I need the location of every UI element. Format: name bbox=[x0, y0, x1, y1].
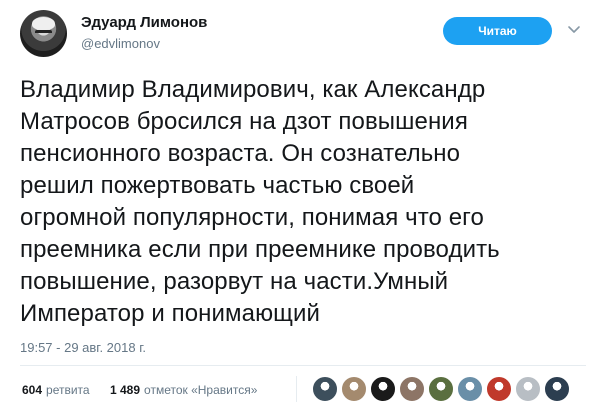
tweet-text-line: Император и понимающий bbox=[20, 300, 321, 327]
tweet-timestamp[interactable]: 19:57 - 29 авг. 2018 г. bbox=[20, 340, 146, 355]
avatar-icon[interactable] bbox=[370, 376, 396, 402]
avatar-icon[interactable] bbox=[341, 376, 367, 402]
author-avatar[interactable] bbox=[20, 10, 67, 57]
avatar-icon[interactable] bbox=[457, 376, 483, 402]
avatar-icon[interactable] bbox=[428, 376, 454, 402]
tweet-text-line: огромной популярности, понимая что его bbox=[20, 204, 484, 231]
tweet-text-line: повышение, разорвут на части.Умный bbox=[20, 268, 449, 295]
divider bbox=[296, 376, 297, 402]
chevron-down-icon[interactable] bbox=[566, 21, 582, 37]
retweets-count: 604 bbox=[22, 383, 43, 397]
author-handle[interactable]: @edvlimonov bbox=[81, 36, 160, 51]
tweet-text-line: преемника если при преемнике проводить bbox=[20, 236, 500, 263]
avatar-icon[interactable] bbox=[515, 376, 541, 402]
tweet-stats: 604 ретвита 1 489 отметок «Нравится» bbox=[20, 366, 586, 412]
avatar-icon[interactable] bbox=[544, 376, 570, 402]
author-name[interactable]: Эдуард Лимонов bbox=[81, 14, 207, 31]
tweet-text-line: пенсионного возраста. Он сознательно bbox=[20, 140, 461, 167]
avatar-icon[interactable] bbox=[486, 376, 512, 402]
retweets-stat[interactable]: 604 ретвита bbox=[22, 383, 90, 397]
tweet-text: Владимир Владимирович, как Александр Мат… bbox=[20, 74, 586, 330]
tweet-text-line: решил пожертвовать частью своей bbox=[20, 172, 415, 199]
likes-label: отметок «Нравится» bbox=[144, 383, 258, 397]
likers-avatars bbox=[312, 376, 582, 402]
tweet-text-line: Владимир Владимирович, как Александр bbox=[20, 76, 486, 103]
avatar-icon[interactable] bbox=[312, 376, 338, 402]
tweet-text-line: Матросов бросился на дзот повышения bbox=[20, 108, 468, 135]
likes-stat[interactable]: 1 489 отметок «Нравится» bbox=[110, 383, 257, 397]
follow-button[interactable]: Читаю bbox=[443, 17, 552, 45]
tweet-header: Эдуард Лимонов @edvlimonov Читаю bbox=[0, 0, 599, 62]
avatar-icon[interactable] bbox=[399, 376, 425, 402]
retweets-label: ретвита bbox=[46, 383, 90, 397]
likes-count: 1 489 bbox=[110, 383, 141, 397]
